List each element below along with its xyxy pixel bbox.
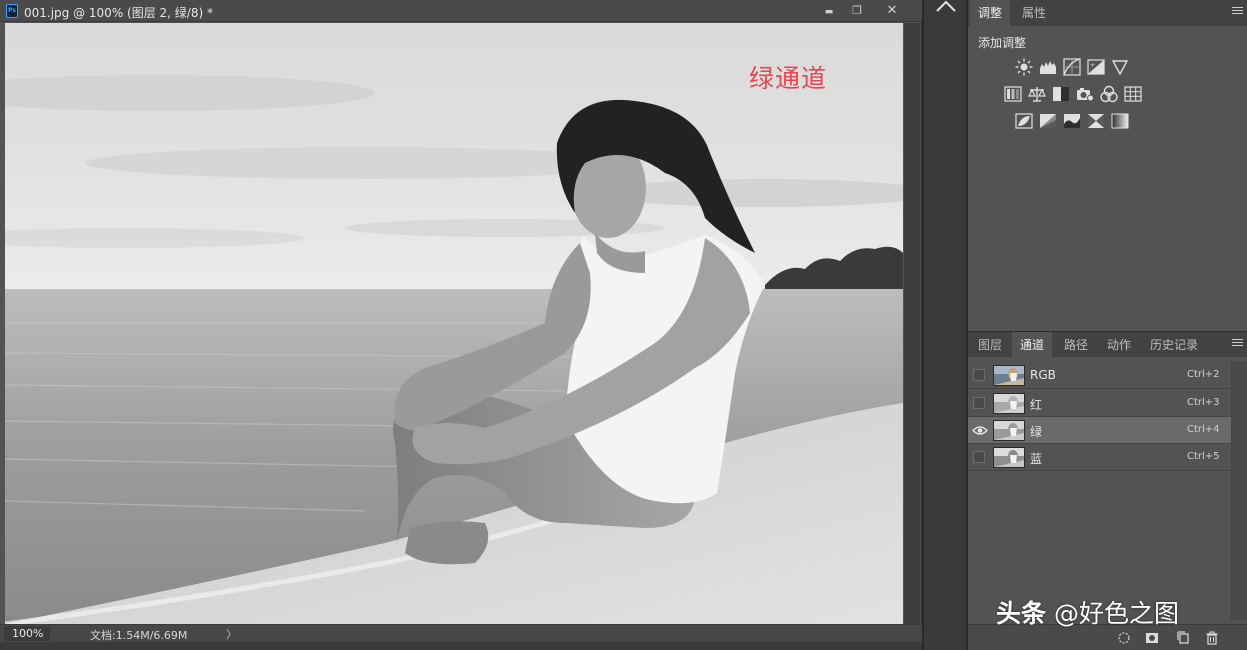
eye-icon[interactable]: [972, 425, 988, 436]
save-selection-icon[interactable]: [1145, 631, 1159, 645]
minimize-icon: ▬: [824, 7, 834, 17]
document-size-info: 文档:1.54M/6.69M: [90, 629, 188, 642]
tab-layers[interactable]: 图层: [970, 332, 1010, 358]
document-window: Ps 001.jpg @ 100% (图层 2, 绿/8) * ▬ ❐ ✕ 绿通…: [0, 0, 922, 650]
channel-name: 蓝: [1030, 452, 1043, 466]
tab-history[interactable]: 历史记录: [1142, 332, 1206, 358]
channel-shortcut: Ctrl+4: [1187, 424, 1220, 435]
color-lookup-icon[interactable]: [1124, 85, 1142, 103]
channel-overlay-label: 绿通道: [749, 64, 828, 93]
load-selection-icon[interactable]: [1117, 631, 1131, 645]
vibrance-icon[interactable]: [1111, 58, 1129, 76]
adjustment-row-3: [1015, 112, 1135, 130]
adjustment-row-1: +: [1015, 58, 1135, 76]
selective-color-icon[interactable]: [1087, 112, 1105, 130]
brightness-contrast-icon[interactable]: [1015, 58, 1033, 76]
channel-row-red[interactable]: 红 Ctrl+3: [968, 390, 1231, 417]
visibility-toggle[interactable]: [973, 451, 985, 463]
delete-channel-icon[interactable]: [1205, 631, 1219, 645]
channel-row-rgb[interactable]: RGB Ctrl+2: [968, 362, 1231, 389]
exposure-icon[interactable]: +: [1087, 58, 1105, 76]
levels-icon[interactable]: [1039, 58, 1057, 76]
adjustments-tabbar: 调整 属性: [968, 0, 1247, 26]
adjustment-row-2: [1004, 85, 1154, 103]
horizontal-scrollbar[interactable]: [0, 642, 922, 650]
channel-shortcut: Ctrl+2: [1187, 369, 1220, 380]
channel-thumbnail: [993, 420, 1025, 441]
watermark-bold: 头条: [996, 599, 1047, 628]
channels-scrollbar[interactable]: [1231, 361, 1247, 620]
status-menu-arrow-icon[interactable]: 〉: [226, 626, 237, 642]
panel-menu-icon[interactable]: [1232, 339, 1243, 351]
channel-thumbnail: [993, 447, 1025, 468]
document-titlebar[interactable]: Ps 001.jpg @ 100% (图层 2, 绿/8) * ▬ ❐ ✕: [0, 0, 922, 22]
posterize-icon[interactable]: [1039, 112, 1057, 130]
maximize-button[interactable]: ❐: [846, 2, 868, 19]
channel-mixer-icon[interactable]: [1100, 85, 1118, 103]
maximize-icon: ❐: [852, 4, 862, 17]
new-channel-icon[interactable]: [1177, 631, 1191, 645]
svg-text:+: +: [1090, 62, 1095, 69]
channel-thumbnail: [993, 365, 1025, 386]
ps-file-icon: Ps: [6, 4, 18, 18]
tab-actions[interactable]: 动作: [1099, 332, 1139, 358]
vertical-scrollbar[interactable]: [904, 23, 920, 624]
channel-row-blue[interactable]: 蓝 Ctrl+5: [968, 444, 1231, 471]
channel-name: RGB: [1030, 368, 1056, 382]
beach-photo-green-channel: [5, 23, 903, 624]
visibility-toggle[interactable]: [973, 369, 985, 381]
add-adjustment-heading: 添加调整: [978, 36, 1027, 50]
watermark: 头条 @好色之图: [996, 594, 1179, 630]
channel-shortcut: Ctrl+3: [1187, 397, 1220, 408]
tab-paths[interactable]: 路径: [1056, 332, 1096, 358]
threshold-icon[interactable]: [1063, 112, 1081, 130]
tab-channels[interactable]: 通道: [1012, 332, 1053, 358]
close-button[interactable]: ✕: [880, 2, 904, 19]
channel-name: 绿: [1030, 425, 1043, 439]
visibility-toggle[interactable]: [973, 397, 985, 409]
channels-tabbar: 图层 通道 路径 动作 历史记录: [968, 331, 1247, 358]
chevron-up-icon: [935, 0, 956, 12]
right-panel-stack: 调整 属性 添加调整 + 图层 通道 路径 动作 历史记录 RGB Ctrl+2…: [968, 0, 1247, 650]
close-icon: ✕: [886, 3, 898, 18]
panel-menu-icon[interactable]: [1232, 7, 1243, 19]
color-balance-icon[interactable]: [1028, 85, 1046, 103]
collapse-panels-button[interactable]: [924, 0, 967, 12]
document-title: 001.jpg @ 100% (图层 2, 绿/8) *: [24, 6, 213, 20]
curves-icon[interactable]: [1063, 58, 1081, 76]
photo-filter-icon[interactable]: [1076, 85, 1094, 103]
tab-properties[interactable]: 属性: [1014, 0, 1054, 26]
channel-row-green[interactable]: 绿 Ctrl+4: [968, 417, 1231, 444]
gradient-map-icon[interactable]: [1111, 112, 1129, 130]
invert-icon[interactable]: [1015, 112, 1033, 130]
channel-shortcut: Ctrl+5: [1187, 451, 1220, 462]
collapsed-panel-dock: [923, 0, 967, 650]
channel-name: 红: [1030, 398, 1043, 412]
tab-adjustments[interactable]: 调整: [970, 0, 1011, 26]
status-bar: 100% 文档:1.54M/6.69M 〉: [0, 624, 922, 642]
hue-saturation-icon[interactable]: [1004, 85, 1022, 103]
channel-thumbnail: [993, 393, 1025, 414]
watermark-handle: @好色之图: [1046, 599, 1179, 628]
zoom-level-field[interactable]: 100%: [4, 626, 50, 641]
minimize-button[interactable]: ▬: [818, 2, 840, 19]
black-white-icon[interactable]: [1052, 85, 1070, 103]
canvas[interactable]: 绿通道: [5, 23, 903, 624]
